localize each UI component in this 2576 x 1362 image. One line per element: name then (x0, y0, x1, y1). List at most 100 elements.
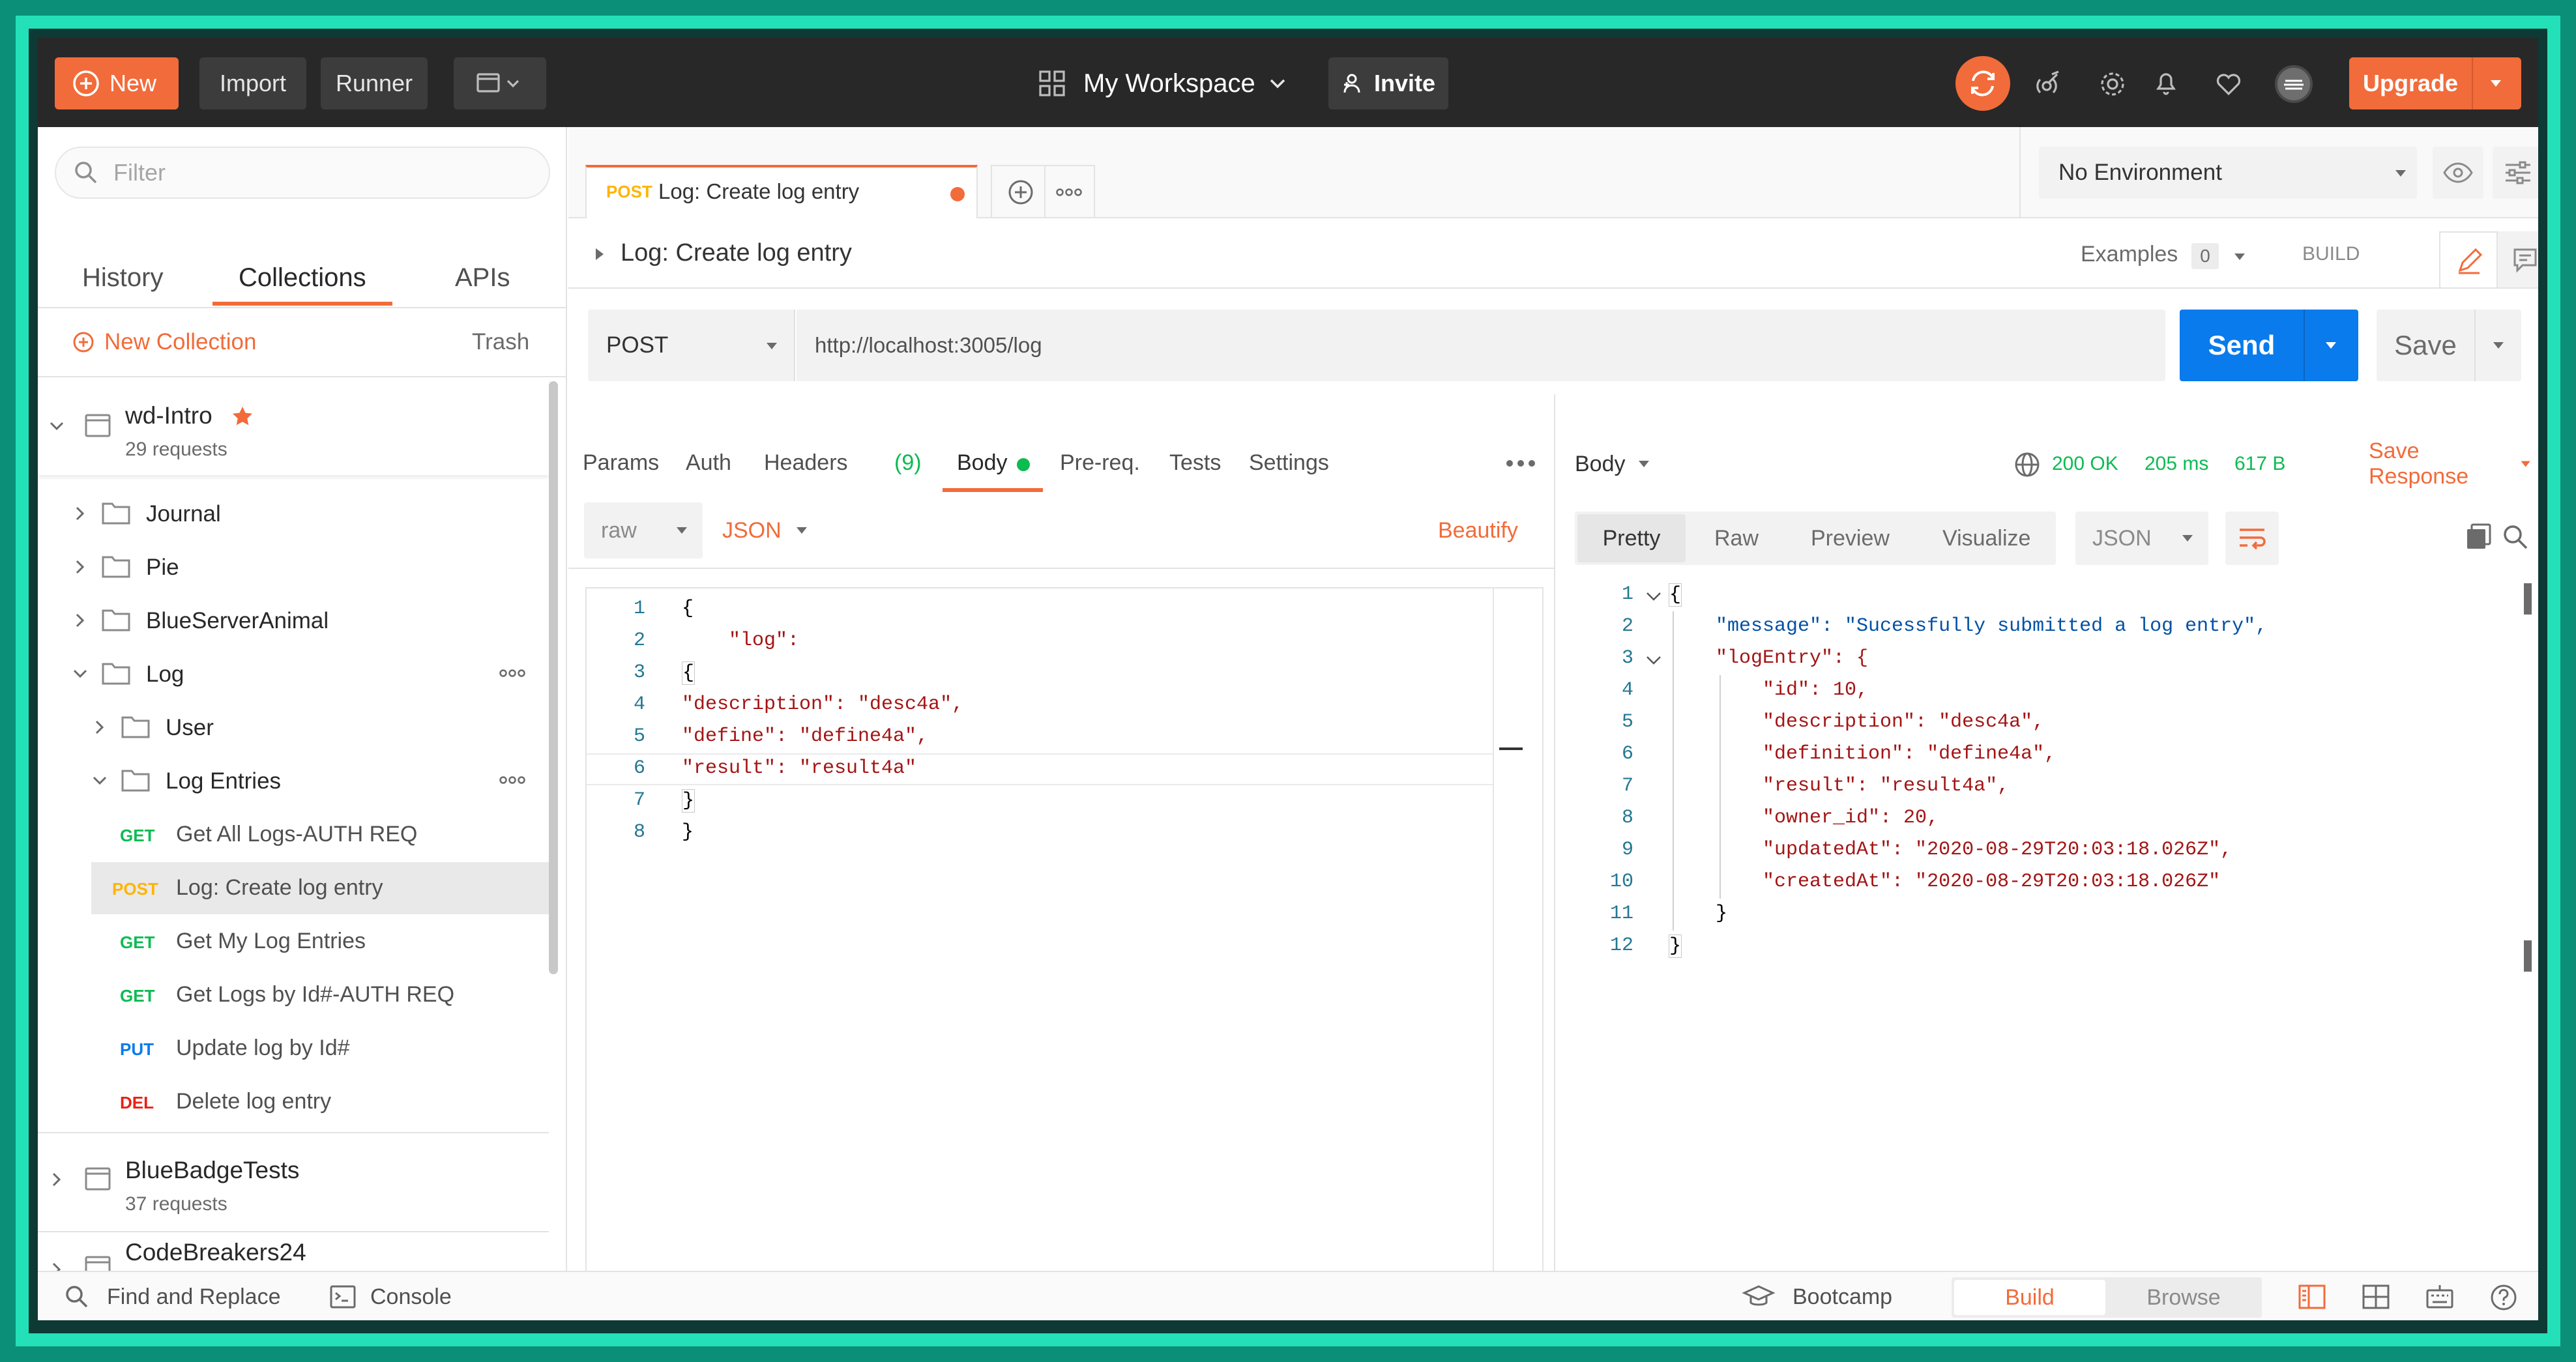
editor-scrollbar-track[interactable] (1493, 588, 1494, 1290)
view-tab-preview[interactable]: Preview (1811, 526, 1890, 551)
layout-icon[interactable] (2361, 1282, 2391, 1311)
workspace-switcher[interactable]: My Workspace (1038, 57, 1291, 109)
invite-button[interactable]: Invite (1328, 57, 1448, 109)
star-icon[interactable] (231, 405, 254, 428)
subtab-headers[interactable]: Headers (764, 450, 848, 476)
status-code[interactable]: 200 OK (2052, 453, 2118, 475)
search-icon[interactable] (2500, 522, 2530, 552)
folder-user[interactable]: User (38, 702, 549, 754)
request-name[interactable]: Log: Create log entry (621, 239, 852, 267)
request-item[interactable]: DEL Delete log entry (91, 1076, 549, 1128)
subtab-params[interactable]: Params (583, 450, 659, 476)
collection-codebreakers24[interactable]: CodeBreakers24 (38, 1232, 549, 1271)
wrap-lines-button[interactable] (2225, 512, 2279, 565)
more-options-icon[interactable] (498, 665, 527, 681)
folder-blueserveranimal[interactable]: BlueServerAnimal (38, 595, 549, 647)
collection-bluebadgetests[interactable]: BlueBadgeTests 37 requests (38, 1133, 549, 1231)
save-response-button[interactable]: Save Response (2369, 439, 2538, 489)
method-select[interactable]: POST (588, 310, 795, 381)
subtab-prereq[interactable]: Pre-req. (1060, 450, 1140, 476)
copy-icon[interactable] (2464, 522, 2494, 552)
postman-window: New Import Runner My Workspace Invite Up… (38, 38, 2538, 1320)
environment-quicklook-button[interactable] (2433, 147, 2483, 199)
globe-icon[interactable] (2013, 450, 2042, 479)
avatar[interactable] (2275, 65, 2313, 103)
url-input[interactable]: http://localhost:3005/log (797, 310, 2165, 381)
tab-collections[interactable]: Collections (239, 263, 366, 293)
new-window-button[interactable] (454, 57, 546, 109)
request-tab-active[interactable]: POST Log: Create log entry (585, 165, 978, 218)
settings-icon[interactable] (2096, 68, 2129, 100)
heart-icon[interactable] (2212, 68, 2245, 100)
request-item[interactable]: GET Get All Logs-AUTH REQ (91, 809, 549, 861)
response-body-select[interactable]: Body (1575, 448, 1658, 480)
keyboard-icon[interactable] (2425, 1282, 2455, 1311)
send-button[interactable]: Send (2180, 310, 2358, 381)
add-tab-button[interactable] (991, 165, 1095, 220)
find-replace-button[interactable]: Find and Replace (63, 1279, 281, 1315)
folder-log-entries[interactable]: Log Entries (38, 755, 549, 807)
tab-apis[interactable]: APIs (455, 263, 510, 293)
subtab-body[interactable]: Body (957, 450, 1008, 476)
bootcamp-button[interactable]: Bootcamp (1742, 1279, 1892, 1315)
subtab-auth[interactable]: Auth (686, 450, 731, 476)
more-options-icon[interactable] (1503, 456, 1538, 471)
upgrade-button[interactable]: Upgrade (2349, 57, 2521, 109)
comments-button[interactable] (2498, 231, 2538, 287)
subtab-settings[interactable]: Settings (1249, 450, 1329, 476)
tab-history[interactable]: History (82, 263, 163, 293)
new-collection-button[interactable]: New Collection (72, 323, 256, 362)
request-item[interactable]: PUT Update log by Id# (91, 1022, 549, 1075)
sidebar-scrollbar[interactable] (549, 381, 558, 974)
response-time[interactable]: 205 ms (2144, 453, 2208, 475)
response-size[interactable]: 617 B (2234, 453, 2285, 475)
unsaved-dot-icon[interactable] (950, 187, 965, 201)
body-mode-select[interactable]: raw (584, 502, 703, 558)
edit-mode-button[interactable] (2439, 231, 2498, 287)
fold-chevron-icon[interactable] (1644, 588, 1663, 604)
subtab-tests[interactable]: Tests (1169, 450, 1221, 476)
request-item[interactable]: GET Get Logs by Id#-AUTH REQ (91, 969, 549, 1021)
request-name-row: Log: Create log entry Examples 0 BUILD (568, 218, 2538, 290)
environment-select[interactable]: No Environment (2039, 147, 2417, 199)
request-item[interactable]: GET Get My Log Entries (91, 916, 549, 968)
body-format-select[interactable]: JSON (716, 502, 820, 558)
import-button[interactable]: Import (199, 57, 306, 109)
examples-label[interactable]: Examples (2081, 242, 2178, 267)
runner-button[interactable]: Runner (321, 57, 428, 109)
view-tab-pretty[interactable]: Pretty (1577, 514, 1686, 562)
satellite-icon[interactable] (2032, 68, 2065, 100)
filter-box[interactable]: Filter (55, 147, 550, 199)
line-number: 4 (1621, 679, 1633, 701)
fold-chevron-icon[interactable] (1644, 652, 1663, 668)
caret-down-icon[interactable] (2227, 244, 2253, 268)
bell-icon[interactable] (2150, 66, 2182, 99)
beautify-button[interactable]: Beautify (1438, 518, 1518, 543)
trash-link[interactable]: Trash (472, 329, 529, 355)
folder-log[interactable]: Log (38, 648, 549, 701)
sync-button[interactable] (1955, 56, 2010, 111)
response-scrollbar-bottom[interactable] (2524, 940, 2532, 972)
help-icon[interactable] (2489, 1282, 2519, 1312)
response-viewer[interactable]: 1{ 2 "message": "Sucessfully submitted a… (1575, 579, 2520, 1290)
console-button[interactable]: Console (329, 1279, 452, 1315)
view-tab-raw[interactable]: Raw (1714, 526, 1759, 551)
folder-journal[interactable]: Journal (38, 488, 549, 540)
build-toggle[interactable]: Build (1954, 1280, 2105, 1315)
save-button[interactable]: Save (2377, 310, 2521, 381)
folder-pie[interactable]: Pie (38, 542, 549, 594)
browse-toggle[interactable]: Browse (2108, 1280, 2259, 1315)
manage-environments-button[interactable] (2493, 147, 2538, 199)
response-scrollbar-top[interactable] (2524, 583, 2532, 615)
body-editor[interactable]: 1{ 2 "log": 3{ 4 "description": "desc4a",… (585, 587, 1544, 1291)
collection-wd-intro[interactable]: wd-Intro 29 requests (38, 377, 549, 475)
resp-line: 11 } (1575, 899, 2513, 931)
two-pane-icon[interactable] (2297, 1282, 2327, 1311)
caret-right-icon[interactable] (591, 244, 607, 264)
new-button[interactable]: New (55, 57, 179, 109)
request-item-selected[interactable]: POST Log: Create log entry (91, 862, 549, 914)
chevron-down-icon[interactable] (46, 415, 68, 437)
response-format-select[interactable]: JSON (2075, 512, 2208, 565)
view-tab-visualize[interactable]: Visualize (1942, 526, 2030, 551)
more-options-icon[interactable] (498, 772, 527, 788)
